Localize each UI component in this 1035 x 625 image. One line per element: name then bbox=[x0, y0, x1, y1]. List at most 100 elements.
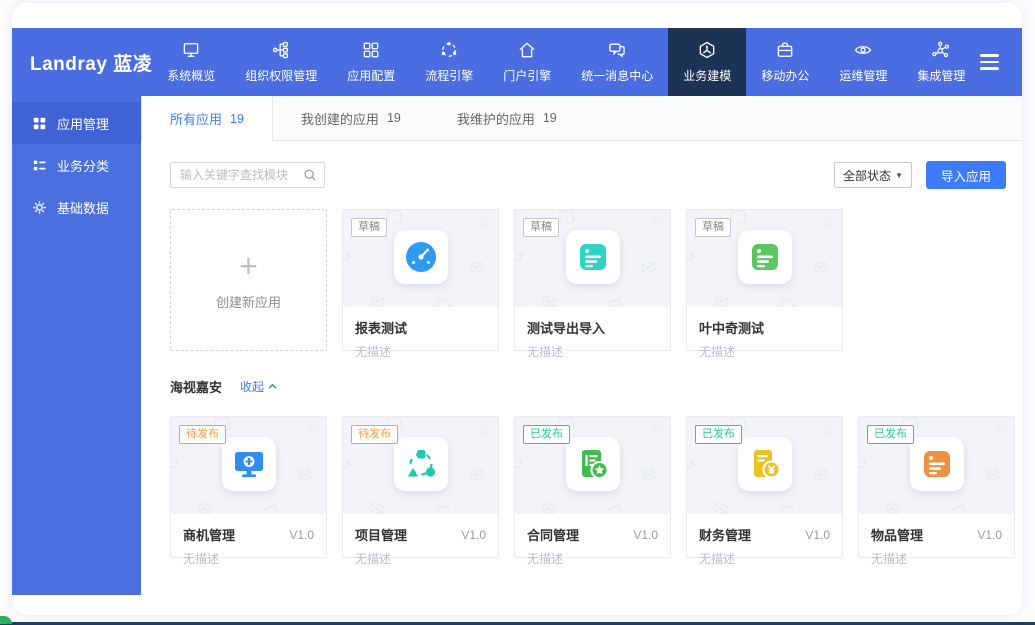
app-icon-tile bbox=[909, 437, 964, 491]
tab-my-maintained-apps[interactable]: 我维护的应用 19 bbox=[429, 96, 585, 140]
app-title: 报表测试 bbox=[355, 321, 408, 336]
tab-all-apps[interactable]: 所有应用 19 bbox=[141, 96, 273, 141]
app-title: 叶中奇测试 bbox=[699, 321, 765, 336]
app-version: V1.0 bbox=[633, 527, 658, 542]
app-description: 无描述 bbox=[699, 345, 736, 359]
tab-count: 19 bbox=[542, 111, 557, 125]
app-title: 财务管理 bbox=[699, 528, 752, 543]
nav-label: 组织权限管理 bbox=[245, 69, 318, 83]
card-cover: ❐ ⍓ ↺ ✉ ✉ ❐ 草稿 bbox=[687, 210, 842, 307]
card-cover: ❐⍓↺✉✉❐ 已发布 bbox=[859, 417, 1014, 514]
monitor-icon bbox=[183, 43, 199, 57]
nav-item-system-overview[interactable]: 系统概览 bbox=[152, 28, 230, 96]
gear-icon bbox=[33, 200, 46, 214]
app-icon-tile bbox=[737, 230, 792, 284]
app-title: 合同管理 bbox=[527, 528, 580, 543]
card-cover: ❐⍓↺✉✉❐ 已发布 bbox=[515, 417, 670, 514]
eye-icon bbox=[855, 46, 872, 54]
section-header: 海视嘉安 收起 bbox=[141, 377, 1022, 396]
tab-count: 19 bbox=[386, 111, 401, 125]
briefcase-icon bbox=[777, 42, 793, 57]
status-badge: 待发布 bbox=[179, 425, 226, 444]
card-cover: ❐ ⍓ ↺ ✉ ✉ ❐ 草稿 bbox=[343, 210, 498, 307]
caret-down-icon: ▼ bbox=[895, 170, 903, 180]
corner-accent bbox=[0, 616, 12, 624]
nav-label: 业务建模 bbox=[683, 69, 732, 83]
app-card[interactable]: ❐ ⍓ ↺ ✉ ✉ ❐ 草稿 叶中奇测试 无描述 bbox=[686, 209, 843, 359]
import-app-button[interactable]: 导入应用 bbox=[926, 161, 1006, 189]
app-version: V1.0 bbox=[289, 527, 314, 542]
category-list-icon bbox=[33, 160, 46, 170]
sidebar-item-label: 应用管理 bbox=[57, 116, 110, 132]
nav-item-integration-management[interactable]: 集成管理 bbox=[902, 28, 980, 96]
app-card[interactable]: ❐⍓↺✉✉❐ 待发布 商机管理 V1.0 无描述 bbox=[170, 416, 327, 566]
sidebar-item-base-data[interactable]: 基础数据 bbox=[12, 186, 141, 228]
search-box bbox=[170, 162, 325, 188]
app-description: 无描述 bbox=[355, 345, 392, 359]
nav-label: 应用配置 bbox=[347, 69, 396, 83]
app-icon-tile bbox=[393, 230, 448, 284]
apps-row-section: ❐⍓↺✉✉❐ 待发布 商机管理 V1.0 无描述 ❐⍓↺✉✉❐ bbox=[141, 416, 1022, 566]
app-icon-tile bbox=[565, 230, 620, 284]
nav-label: 系统概览 bbox=[167, 69, 216, 83]
app-card[interactable]: ❐⍓↺✉✉❐ 已发布 合同管理 V1.0 无描述 bbox=[514, 416, 671, 566]
nodes-icon bbox=[407, 450, 435, 477]
nav-label: 运维管理 bbox=[839, 69, 888, 83]
tab-label: 我创建的应用 bbox=[300, 111, 379, 127]
chevron-up-icon bbox=[268, 383, 277, 389]
tab-count: 19 bbox=[230, 111, 244, 126]
nav-item-message-center[interactable]: 统一消息中心 bbox=[566, 28, 668, 96]
doc-yen-icon bbox=[753, 450, 780, 479]
doc-lines-icon bbox=[751, 244, 778, 270]
card-cover: ❐⍓↺✉✉❐ 待发布 bbox=[343, 417, 498, 514]
search-input[interactable] bbox=[170, 162, 325, 188]
card-cover: ❐⍓↺✉✉❐ 待发布 bbox=[171, 417, 326, 514]
app-card[interactable]: ❐⍓↺✉✉❐ 已发布 物品管理 V1.0 无描述 bbox=[858, 416, 1015, 566]
app-description: 无描述 bbox=[355, 552, 392, 566]
tab-my-created-apps[interactable]: 我创建的应用 19 bbox=[273, 96, 429, 140]
sidebar: 应用管理 业务分类 基础数据 bbox=[12, 96, 141, 595]
app-description: 无描述 bbox=[183, 552, 220, 566]
nav-item-workflow-engine[interactable]: 流程引擎 bbox=[410, 28, 488, 96]
hamburger-menu-icon[interactable] bbox=[980, 54, 1000, 70]
apps-row-drafts: + 创建新应用 ❐ ⍓ ↺ ✉ ✉ ❐ 草稿 报表测试 无描述 ❐ ⍓ ↺ ✉ … bbox=[141, 209, 1022, 359]
create-app-label: 创建新应用 bbox=[215, 294, 281, 310]
monitor-plus-icon bbox=[234, 452, 263, 477]
nav-item-mobile-office[interactable]: 移动办公 bbox=[746, 28, 824, 96]
search-icon bbox=[304, 169, 316, 181]
collapse-link[interactable]: 收起 bbox=[240, 378, 277, 395]
app-card[interactable]: ❐⍓↺✉✉❐ 待发布 项目管理 V1.0 无描述 bbox=[342, 416, 499, 566]
status-badge: 待发布 bbox=[351, 425, 398, 444]
main-content: 所有应用 19 我创建的应用 19 我维护的应用 19 输入关键字查找模块 全部… bbox=[141, 96, 1022, 595]
app-title: 项目管理 bbox=[355, 528, 408, 543]
app-window: Landray 蓝凌 系统概览 组织权限管理 应用配置 流程引擎 门户引擎 统一… bbox=[12, 3, 1022, 615]
collapse-label: 收起 bbox=[240, 380, 265, 394]
sidebar-item-label: 基础数据 bbox=[57, 200, 110, 216]
sidebar-item-app-management[interactable]: 应用管理 bbox=[12, 102, 141, 144]
chat-icon bbox=[609, 43, 626, 58]
app-card[interactable]: ❐⍓↺✉✉❐ 已发布 财务管理 V1.0 无描述 bbox=[686, 416, 843, 566]
create-new-app-card[interactable]: + 创建新应用 bbox=[170, 209, 327, 351]
status-badge: 草稿 bbox=[351, 218, 387, 237]
app-grid-icon bbox=[363, 42, 379, 58]
app-version: V1.0 bbox=[461, 527, 486, 542]
apps-grid-icon bbox=[33, 117, 46, 129]
nav-label: 统一消息中心 bbox=[581, 69, 654, 83]
cube-icon bbox=[699, 41, 715, 59]
nav-item-ops-management[interactable]: 运维管理 bbox=[824, 28, 902, 96]
status-filter-select[interactable]: 全部状态 ▼ bbox=[834, 162, 912, 188]
sidebar-item-business-category[interactable]: 业务分类 bbox=[12, 144, 141, 186]
nav-item-app-config[interactable]: 应用配置 bbox=[332, 28, 410, 96]
doc-star-icon bbox=[581, 450, 608, 479]
nav-item-business-modeling[interactable]: 业务建模 bbox=[668, 28, 747, 96]
org-chart-icon bbox=[273, 41, 289, 59]
nav-item-org-permissions[interactable]: 组织权限管理 bbox=[230, 28, 332, 96]
app-icon-tile bbox=[737, 437, 792, 491]
status-badge: 已发布 bbox=[523, 425, 570, 444]
app-title: 商机管理 bbox=[183, 528, 236, 543]
app-card[interactable]: ❐ ⍓ ↺ ✉ ✉ ❐ 草稿 测试导出导入 无描述 bbox=[514, 209, 671, 359]
app-card[interactable]: ❐ ⍓ ↺ ✉ ✉ ❐ 草稿 报表测试 无描述 bbox=[342, 209, 499, 359]
doc-lines-icon bbox=[923, 451, 950, 477]
nav-item-portal-engine[interactable]: 门户引擎 bbox=[488, 28, 566, 96]
network-icon bbox=[932, 41, 950, 58]
